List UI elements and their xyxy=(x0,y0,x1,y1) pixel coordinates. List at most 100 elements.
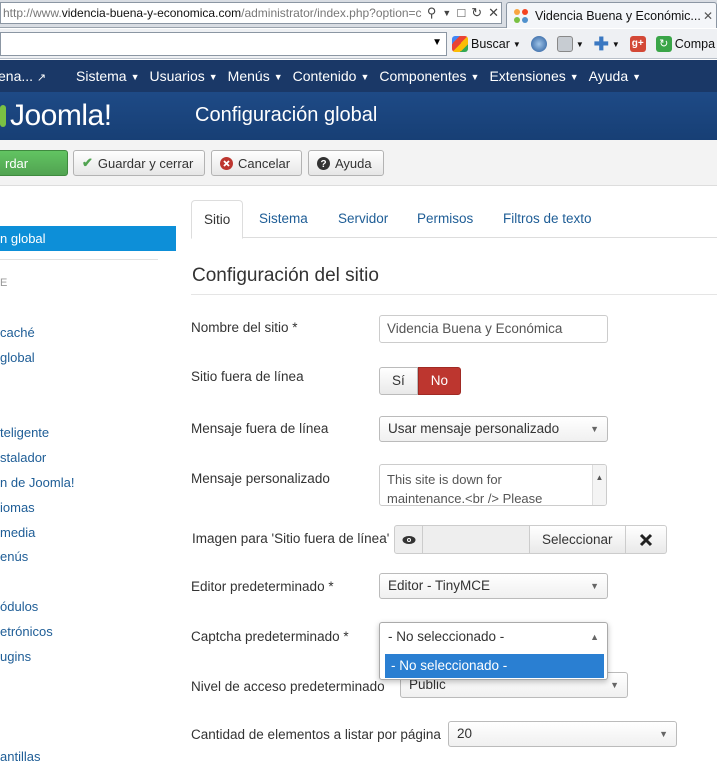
custom-message-line2: maintenance.<br /> Please xyxy=(387,491,543,506)
editor-label: Editor predeterminado * xyxy=(191,579,334,594)
nav-sistema[interactable]: Sistema ▼ xyxy=(76,68,150,84)
tab-sitio[interactable]: Sitio xyxy=(191,200,244,239)
check-icon: ✔ xyxy=(82,155,93,170)
plus-menu-button[interactable]: ✚ ▼ xyxy=(594,34,620,55)
editor-select[interactable]: Editor - TinyMCE ▼ xyxy=(379,573,608,599)
google-plus-icon[interactable]: g+ xyxy=(629,36,646,52)
nav-menus[interactable]: Menús ▼ xyxy=(228,68,293,84)
nav-label: Contenido xyxy=(292,68,357,84)
tab-filtros-texto[interactable]: Filtros de texto xyxy=(491,200,604,238)
joomla-favicon-icon xyxy=(513,8,529,24)
sidebar-item-menus[interactable]: enús xyxy=(0,549,28,564)
search-icon[interactable]: ⚲ xyxy=(427,3,437,23)
refresh-icon[interactable]: ↻ xyxy=(471,3,482,23)
nav-componentes[interactable]: Componentes ▼ xyxy=(379,68,489,84)
nav-label: Extensiones xyxy=(489,68,566,84)
sidebar-item-emails[interactable]: etrónicos xyxy=(0,624,53,639)
offline-no-button[interactable]: No xyxy=(417,367,462,395)
sidebar-divider xyxy=(0,259,158,260)
site-name-input[interactable]: Videncia Buena y Económica xyxy=(379,315,608,343)
offline-message-label: Mensaje fuera de línea xyxy=(191,421,329,436)
chevron-down-icon[interactable]: ▼ xyxy=(442,3,451,23)
sidebar-item-plugins[interactable]: ugins xyxy=(0,649,31,664)
tab-sistema[interactable]: Sistema xyxy=(247,200,320,238)
offline-image-label: Imagen para 'Sitio fuera de línea' xyxy=(192,531,390,546)
google-icon xyxy=(452,36,468,52)
chevron-down-icon[interactable]: ▼ xyxy=(432,37,442,48)
page-title: Configuración global xyxy=(195,104,378,126)
access-level-label: Nivel de acceso predeterminado xyxy=(191,679,385,694)
list-limit-select[interactable]: 20 ▼ xyxy=(448,721,677,747)
share-label: Compa xyxy=(674,37,716,51)
logo-text: Joomla! xyxy=(10,99,112,132)
offline-yes-button[interactable]: Sí xyxy=(379,367,418,395)
sidebar-item-cache[interactable]: caché xyxy=(0,325,35,340)
section-divider xyxy=(191,294,717,295)
offline-toggle: Sí No xyxy=(379,367,462,395)
sidebar-item-joomla-update[interactable]: n de Joomla! xyxy=(0,475,74,490)
offline-message-value: Usar mensaje personalizado xyxy=(388,421,560,436)
share-button[interactable]: ↻ Compa xyxy=(655,36,716,52)
tab-servidor[interactable]: Servidor xyxy=(326,200,400,238)
editor-value: Editor - TinyMCE xyxy=(388,578,491,593)
sidebar-item-installer[interactable]: stalador xyxy=(0,450,46,465)
config-tabs: Sitio Sistema Servidor Permisos Filtros … xyxy=(191,200,717,239)
textarea-scrollbar[interactable]: ▲ ▼ xyxy=(592,465,606,505)
address-bar[interactable]: http://www.videncia-buena-y-economica.co… xyxy=(0,2,502,24)
scroll-down-icon[interactable]: ▼ xyxy=(593,500,606,505)
google-search-button[interactable]: Buscar ▼ xyxy=(452,36,521,52)
chevron-down-icon: ▼ xyxy=(512,39,521,49)
sidebar-item-global-checkin[interactable]: global xyxy=(0,350,35,365)
help-button[interactable]: ? Ayuda xyxy=(308,150,384,176)
nav-contenido[interactable]: Contenido ▼ xyxy=(293,68,380,84)
save-close-label: Guardar y cerrar xyxy=(97,155,194,171)
share-icon: ↻ xyxy=(655,36,672,52)
chevron-up-icon: ▲ xyxy=(590,632,599,642)
save-close-button[interactable]: ✔ Guardar y cerrar xyxy=(73,150,205,176)
sidebar-item-smart-search[interactable]: teligente xyxy=(0,425,49,440)
site-brand-link[interactable]: ena... ↗ xyxy=(0,68,76,84)
sidebar-item-media[interactable]: media xyxy=(0,525,35,540)
select-image-button[interactable]: Seleccionar xyxy=(529,525,626,554)
browser-titlebar: http://www.videncia-buena-y-economica.co… xyxy=(0,0,717,28)
cancel-label: Cancelar xyxy=(238,155,291,171)
offline-image-input[interactable] xyxy=(423,525,529,554)
preview-eye-icon[interactable] xyxy=(394,525,423,554)
captcha-select-open[interactable]: - No seleccionado - ▲ - No seleccionado … xyxy=(379,622,608,680)
captcha-label: Captcha predeterminado * xyxy=(191,629,349,644)
nav-usuarios[interactable]: Usuarios ▼ xyxy=(150,68,228,84)
sidebar: n global E caché global teligente stalad… xyxy=(0,186,180,768)
captcha-current[interactable]: - No seleccionado - ▲ xyxy=(380,623,607,651)
caret-down-icon: ▼ xyxy=(360,72,370,83)
sidebar-item-languages[interactable]: iomas xyxy=(0,500,35,515)
cancel-button[interactable]: Cancelar xyxy=(211,150,302,176)
save-label: rdar xyxy=(5,155,29,171)
page-menu-button[interactable]: ▼ xyxy=(556,36,584,52)
nav-ayuda[interactable]: Ayuda ▼ xyxy=(589,68,651,84)
page-header: Joomla! Configuración global xyxy=(0,92,717,140)
browser-tab[interactable]: Videncia Buena y Económic... ✕ xyxy=(506,2,717,28)
caret-down-icon: ▼ xyxy=(130,72,140,83)
nav-label: Ayuda xyxy=(588,68,629,84)
close-icon[interactable]: ✕ xyxy=(488,3,499,23)
brand-text: ena... xyxy=(0,68,34,84)
sidebar-item-modules[interactable]: ódulos xyxy=(0,599,38,614)
clear-image-button[interactable] xyxy=(625,525,667,554)
captcha-option-none[interactable]: - No seleccionado - xyxy=(385,654,604,678)
compat-icon[interactable]: □ xyxy=(457,3,465,23)
sidebar-item-templates[interactable]: antillas xyxy=(0,749,40,764)
nav-extensiones[interactable]: Extensiones ▼ xyxy=(489,68,588,84)
offline-message-select[interactable]: Usar mensaje personalizado ▼ xyxy=(379,416,608,442)
scroll-up-icon[interactable]: ▲ xyxy=(593,468,606,487)
svg-text:?: ? xyxy=(320,159,326,170)
save-button[interactable]: rdar xyxy=(0,150,68,176)
browser-search-input[interactable]: ▼ xyxy=(0,32,447,56)
custom-message-textarea[interactable]: This site is down for maintenance.<br />… xyxy=(379,464,607,506)
custom-message-line1: This site is down for xyxy=(387,472,502,487)
globe-icon[interactable] xyxy=(530,36,547,52)
joomla-mark-icon xyxy=(0,101,8,131)
sidebar-item-global-config[interactable]: n global xyxy=(0,226,176,251)
chevron-down-icon: ▼ xyxy=(659,729,668,739)
tab-permisos[interactable]: Permisos xyxy=(405,200,485,238)
tab-close-icon[interactable]: ✕ xyxy=(700,9,716,23)
